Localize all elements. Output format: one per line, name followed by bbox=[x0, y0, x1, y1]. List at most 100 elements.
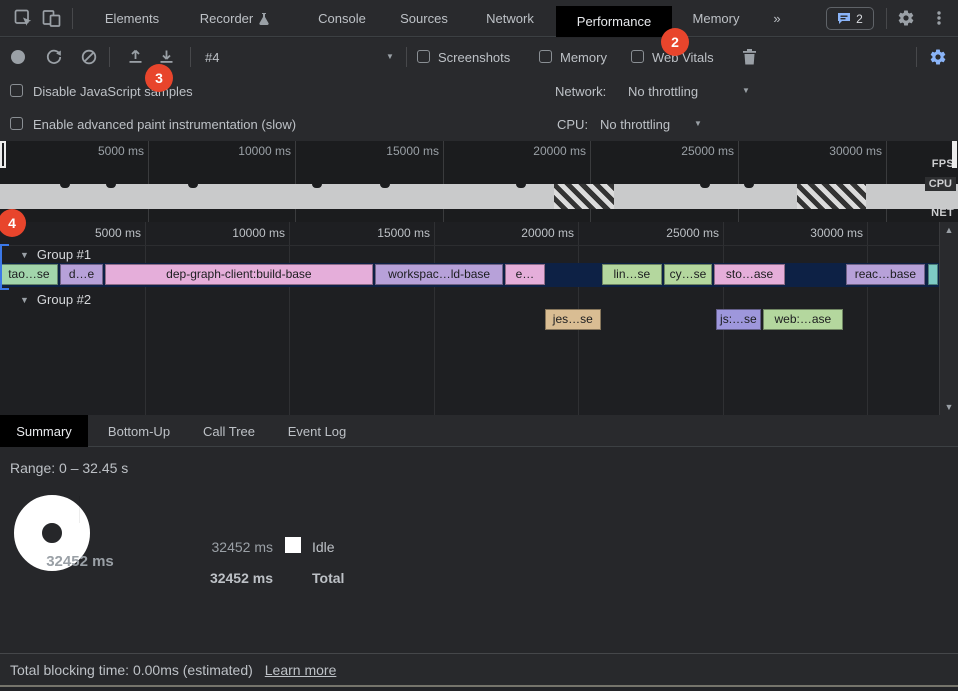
ruler-tick-label: 25000 ms bbox=[664, 144, 734, 158]
save-profile-icon[interactable] bbox=[158, 48, 175, 65]
fps-lane-label: FPS bbox=[932, 158, 954, 170]
group-header[interactable]: ▼ Group #2 bbox=[20, 292, 91, 307]
devtools-window: Elements Recorder Console Sources Networ… bbox=[0, 0, 958, 691]
collapse-triangle-icon[interactable]: ▼ bbox=[20, 295, 29, 305]
donut-total-label: 32452 ms bbox=[14, 495, 146, 627]
tab-console[interactable]: Console bbox=[300, 0, 384, 37]
flame-bar[interactable]: jes…se bbox=[545, 309, 601, 330]
vertical-scrollbar[interactable]: ▲ ▼ bbox=[939, 222, 958, 415]
range-text: Range: 0 – 32.45 s bbox=[10, 460, 128, 476]
chevron-down-icon[interactable]: ▼ bbox=[694, 119, 702, 128]
learn-more-link[interactable]: Learn more bbox=[265, 662, 337, 678]
kebab-menu-icon[interactable] bbox=[932, 9, 946, 27]
reload-icon[interactable] bbox=[46, 49, 62, 65]
group-label: Group #2 bbox=[37, 292, 91, 307]
ruler-tick bbox=[867, 222, 868, 415]
capture-settings: Disable JavaScript samples Enable advanc… bbox=[0, 75, 958, 141]
flame-bar[interactable]: cy…se bbox=[664, 264, 712, 285]
group-header[interactable]: ▼ Group #1 bbox=[20, 247, 91, 262]
web-vitals-checkbox[interactable] bbox=[631, 50, 644, 63]
tab-memory[interactable]: Memory bbox=[676, 0, 756, 37]
tab-call-tree[interactable]: Call Tree bbox=[192, 415, 266, 447]
tab-performance[interactable]: Performance bbox=[556, 6, 672, 37]
flame-bar[interactable]: dep-graph-client:build-base bbox=[105, 264, 373, 285]
cpu-band-notch bbox=[188, 184, 198, 188]
tab-recorder[interactable]: Recorder bbox=[182, 0, 288, 37]
capture-settings-gear-icon[interactable] bbox=[929, 48, 947, 66]
network-throttle-select[interactable]: No throttling bbox=[628, 84, 698, 99]
divider bbox=[406, 47, 407, 67]
legend-total-label: Total bbox=[312, 570, 344, 586]
legend-idle-swatch bbox=[285, 537, 301, 553]
net-lane-label: NET bbox=[931, 207, 954, 219]
trash-icon[interactable] bbox=[742, 48, 757, 65]
inspect-icon[interactable] bbox=[14, 9, 33, 28]
flame-bar[interactable]: lin…se bbox=[602, 264, 662, 285]
total-blocking-time-text: Total blocking time: 0.00ms (estimated) bbox=[10, 662, 253, 678]
flame-bar[interactable]: js:…se bbox=[716, 309, 761, 330]
overview-left-handle[interactable] bbox=[0, 141, 6, 168]
timeline-overview[interactable]: 5000 ms10000 ms15000 ms20000 ms25000 ms3… bbox=[0, 141, 958, 222]
tab-event-log[interactable]: Event Log bbox=[276, 415, 358, 447]
disable-js-checkbox[interactable] bbox=[10, 84, 23, 97]
cpu-throttle-select[interactable]: No throttling bbox=[600, 117, 670, 132]
session-select[interactable]: #4 bbox=[205, 50, 219, 65]
flame-bar[interactable]: workspac…ld-base bbox=[375, 264, 503, 285]
legend-total-value: 32452 ms bbox=[173, 570, 273, 586]
chevron-down-icon[interactable]: ▼ bbox=[742, 86, 750, 95]
record-icon[interactable] bbox=[10, 49, 26, 65]
devtools-tabbar: Elements Recorder Console Sources Networ… bbox=[0, 0, 958, 37]
device-toolbar-icon[interactable] bbox=[42, 9, 62, 28]
ruler-tick-label: 15000 ms bbox=[350, 226, 430, 240]
collapse-triangle-icon[interactable]: ▼ bbox=[20, 250, 29, 260]
ruler-tick-label: 25000 ms bbox=[639, 226, 719, 240]
window-bottom-edge bbox=[0, 685, 958, 691]
chevron-down-icon[interactable]: ▼ bbox=[386, 52, 394, 61]
paint-instrumentation-checkbox[interactable] bbox=[10, 117, 23, 130]
tab-elements[interactable]: Elements bbox=[88, 0, 176, 37]
ruler-tick bbox=[295, 141, 296, 222]
legend-idle-label: Idle bbox=[312, 539, 335, 555]
divider bbox=[886, 8, 887, 29]
cpu-band-notch bbox=[106, 184, 116, 188]
group-label: Group #1 bbox=[37, 247, 91, 262]
scroll-up-icon[interactable]: ▲ bbox=[945, 225, 954, 235]
flame-bar[interactable] bbox=[928, 264, 938, 285]
flame-chart[interactable]: 5000 ms10000 ms15000 ms20000 ms25000 ms3… bbox=[0, 222, 958, 415]
more-tabs-chevron[interactable]: » bbox=[762, 0, 792, 37]
overview-right-handle[interactable] bbox=[952, 141, 957, 168]
cpu-band-notch bbox=[744, 184, 754, 188]
cpu-band-notch bbox=[700, 184, 710, 188]
load-profile-icon[interactable] bbox=[127, 48, 144, 65]
flame-bar[interactable]: sto…ase bbox=[714, 264, 785, 285]
tab-bottom-up[interactable]: Bottom-Up bbox=[95, 415, 183, 447]
issues-counter[interactable]: 2 bbox=[826, 7, 874, 30]
flask-icon bbox=[258, 12, 270, 26]
cpu-band-notch bbox=[312, 184, 322, 188]
tab-summary[interactable]: Summary bbox=[0, 415, 88, 447]
ruler-tick bbox=[289, 222, 290, 415]
ruler-tick bbox=[886, 141, 887, 222]
track-focus-bracket bbox=[0, 244, 9, 290]
flame-bar[interactable]: e… bbox=[505, 264, 545, 285]
ruler-tick bbox=[434, 222, 435, 415]
screenshots-checkbox[interactable] bbox=[417, 50, 430, 63]
flame-bar[interactable]: reac…base bbox=[846, 264, 925, 285]
ruler-tick bbox=[590, 141, 591, 222]
ruler-tick-label: 10000 ms bbox=[221, 144, 291, 158]
scroll-down-icon[interactable]: ▼ bbox=[945, 402, 954, 412]
annotation-badge: 2 bbox=[661, 28, 689, 56]
footer-bar: Total blocking time: 0.00ms (estimated) … bbox=[0, 653, 958, 685]
tab-network[interactable]: Network bbox=[468, 0, 552, 37]
memory-checkbox[interactable] bbox=[539, 50, 552, 63]
divider bbox=[109, 47, 110, 67]
flame-bar[interactable]: web:…ase bbox=[763, 309, 843, 330]
settings-gear-icon[interactable] bbox=[897, 9, 915, 27]
flame-bar[interactable]: d…e bbox=[60, 264, 103, 285]
network-throttle-label: Network: bbox=[555, 84, 606, 99]
clear-icon[interactable] bbox=[81, 49, 97, 65]
performance-toolbar: #4 ▼ Screenshots Memory Web Vitals bbox=[0, 38, 958, 75]
details-tabbar: Summary Bottom-Up Call Tree Event Log bbox=[0, 415, 958, 447]
tab-sources[interactable]: Sources bbox=[388, 0, 460, 37]
cpu-busy-hatch bbox=[797, 184, 866, 209]
